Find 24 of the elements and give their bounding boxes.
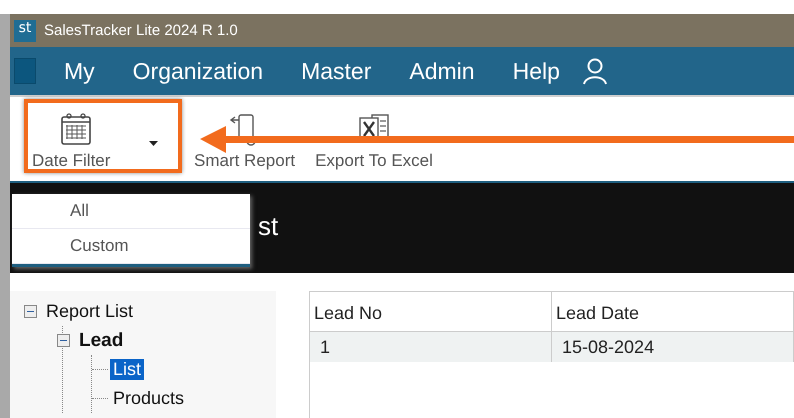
menu-item[interactable]: Organization: [132, 58, 264, 84]
menu-item[interactable]: Admin: [409, 58, 475, 84]
calendar-icon: [58, 111, 94, 147]
tree-item[interactable]: Products: [110, 388, 188, 409]
menu-option[interactable]: All: [12, 194, 250, 229]
collapse-icon[interactable]: [24, 305, 37, 318]
collapse-icon[interactable]: [57, 334, 70, 347]
table-cell: 1: [310, 332, 552, 362]
menu-item[interactable]: Help: [512, 58, 560, 84]
table-cell: 15-08-2024: [552, 332, 794, 362]
menu-item[interactable]: Master: [301, 58, 372, 84]
banner-title: st: [258, 211, 278, 242]
window-title: SalesTracker Lite 2024 R 1.0: [44, 22, 238, 39]
tree-item[interactable]: Report List: [43, 301, 136, 322]
menu-item[interactable]: My: [64, 58, 95, 84]
tree-item[interactable]: List: [110, 359, 144, 380]
column-header[interactable]: Lead No: [310, 292, 552, 332]
app-icon: st: [14, 20, 36, 42]
tree-item[interactable]: Lead: [76, 330, 126, 352]
square-icon: [14, 58, 36, 84]
user-icon[interactable]: [582, 57, 608, 85]
toolbar-button[interactable]: Date Filter: [24, 99, 182, 173]
menu-option[interactable]: Custom: [12, 229, 250, 264]
column-header[interactable]: Lead Date: [552, 292, 794, 332]
